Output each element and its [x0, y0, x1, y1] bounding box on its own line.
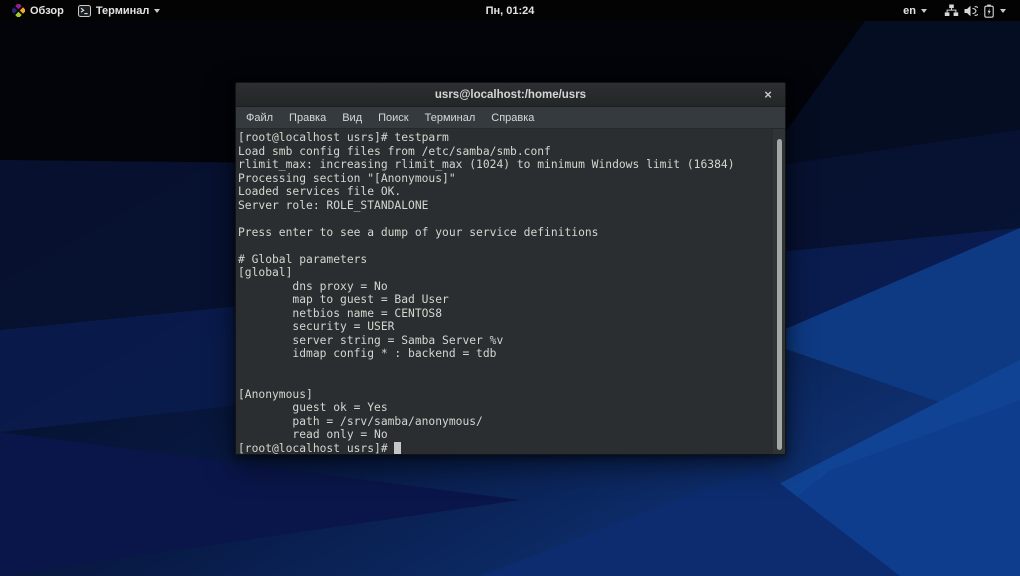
- app-menu-button[interactable]: Терминал: [74, 0, 165, 21]
- keyboard-layout-button[interactable]: en: [899, 0, 931, 21]
- terminal-line: rlimit_max: increasing rlimit_max (1024)…: [238, 158, 771, 172]
- chevron-down-icon: [154, 9, 160, 13]
- terminal-window: usrs@localhost:/home/usrs × ФайлПравкаВи…: [235, 82, 786, 455]
- terminal-prompt: [root@localhost usrs]#: [238, 442, 394, 455]
- window-title: usrs@localhost:/home/usrs: [435, 89, 586, 101]
- close-button[interactable]: ×: [759, 83, 777, 106]
- battery-icon: [983, 4, 995, 18]
- menu-bar: ФайлПравкаВидПоискТерминалСправка: [236, 107, 785, 129]
- chevron-down-icon: [921, 9, 927, 13]
- terminal-line: server string = Samba Server %v: [238, 334, 771, 348]
- chevron-down-icon: [1000, 9, 1006, 13]
- terminal-line: [Anonymous]: [238, 388, 771, 402]
- terminal-line: guest ok = Yes: [238, 401, 771, 415]
- terminal-output: [root@localhost usrs]# testparmLoad smb …: [238, 131, 771, 454]
- terminal-line: [root@localhost usrs]# testparm: [238, 131, 771, 145]
- menu-item[interactable]: Файл: [238, 109, 281, 127]
- menu-item[interactable]: Поиск: [370, 109, 416, 127]
- terminal-line: read only = No: [238, 428, 771, 442]
- network-icon: [944, 4, 959, 17]
- menu-item[interactable]: Вид: [334, 109, 370, 127]
- terminal-screen[interactable]: [root@localhost usrs]# testparmLoad smb …: [236, 129, 785, 454]
- menu-item[interactable]: Правка: [281, 109, 334, 127]
- terminal-line: Server role: ROLE_STANDALONE: [238, 199, 771, 213]
- keyboard-layout-label: en: [903, 5, 916, 17]
- terminal-line: [global]: [238, 266, 771, 280]
- terminal-prompt-line: [root@localhost usrs]#: [238, 442, 771, 455]
- terminal-line: [238, 212, 771, 226]
- clock[interactable]: Пн, 01:24: [486, 5, 535, 17]
- terminal-line: map to guest = Bad User: [238, 293, 771, 307]
- terminal-line: dns proxy = No: [238, 280, 771, 294]
- activities-button[interactable]: Обзор: [8, 0, 68, 21]
- distro-logo-icon: [12, 4, 25, 17]
- scrollbar-thumb[interactable]: [777, 139, 782, 450]
- top-bar: Обзор Терминал Пн, 01:24 en: [0, 0, 1020, 21]
- menu-item[interactable]: Справка: [483, 109, 542, 127]
- terminal-line: path = /srv/samba/anonymous/: [238, 415, 771, 429]
- terminal-line: [238, 239, 771, 253]
- terminal-line: Loaded services file OK.: [238, 185, 771, 199]
- terminal-line: Press enter to see a dump of your servic…: [238, 226, 771, 240]
- volume-icon: [964, 5, 978, 17]
- menu-item[interactable]: Терминал: [417, 109, 484, 127]
- terminal-line: [238, 374, 771, 388]
- terminal-line: [238, 361, 771, 375]
- terminal-cursor: [394, 442, 401, 454]
- window-titlebar[interactable]: usrs@localhost:/home/usrs ×: [236, 83, 785, 107]
- scrollbar-track[interactable]: [773, 129, 785, 454]
- terminal-line: idmap config * : backend = tdb: [238, 347, 771, 361]
- terminal-line: security = USER: [238, 320, 771, 334]
- terminal-line: netbios name = CENTOS8: [238, 307, 771, 321]
- terminal-line: Processing section "[Anonymous]": [238, 172, 771, 186]
- activities-label: Обзор: [30, 5, 64, 17]
- system-menu-button[interactable]: [940, 0, 1010, 21]
- terminal-line: # Global parameters: [238, 253, 771, 267]
- terminal-app-icon: [78, 5, 91, 17]
- terminal-line: Load smb config files from /etc/samba/sm…: [238, 145, 771, 159]
- app-menu-label: Терминал: [96, 5, 150, 17]
